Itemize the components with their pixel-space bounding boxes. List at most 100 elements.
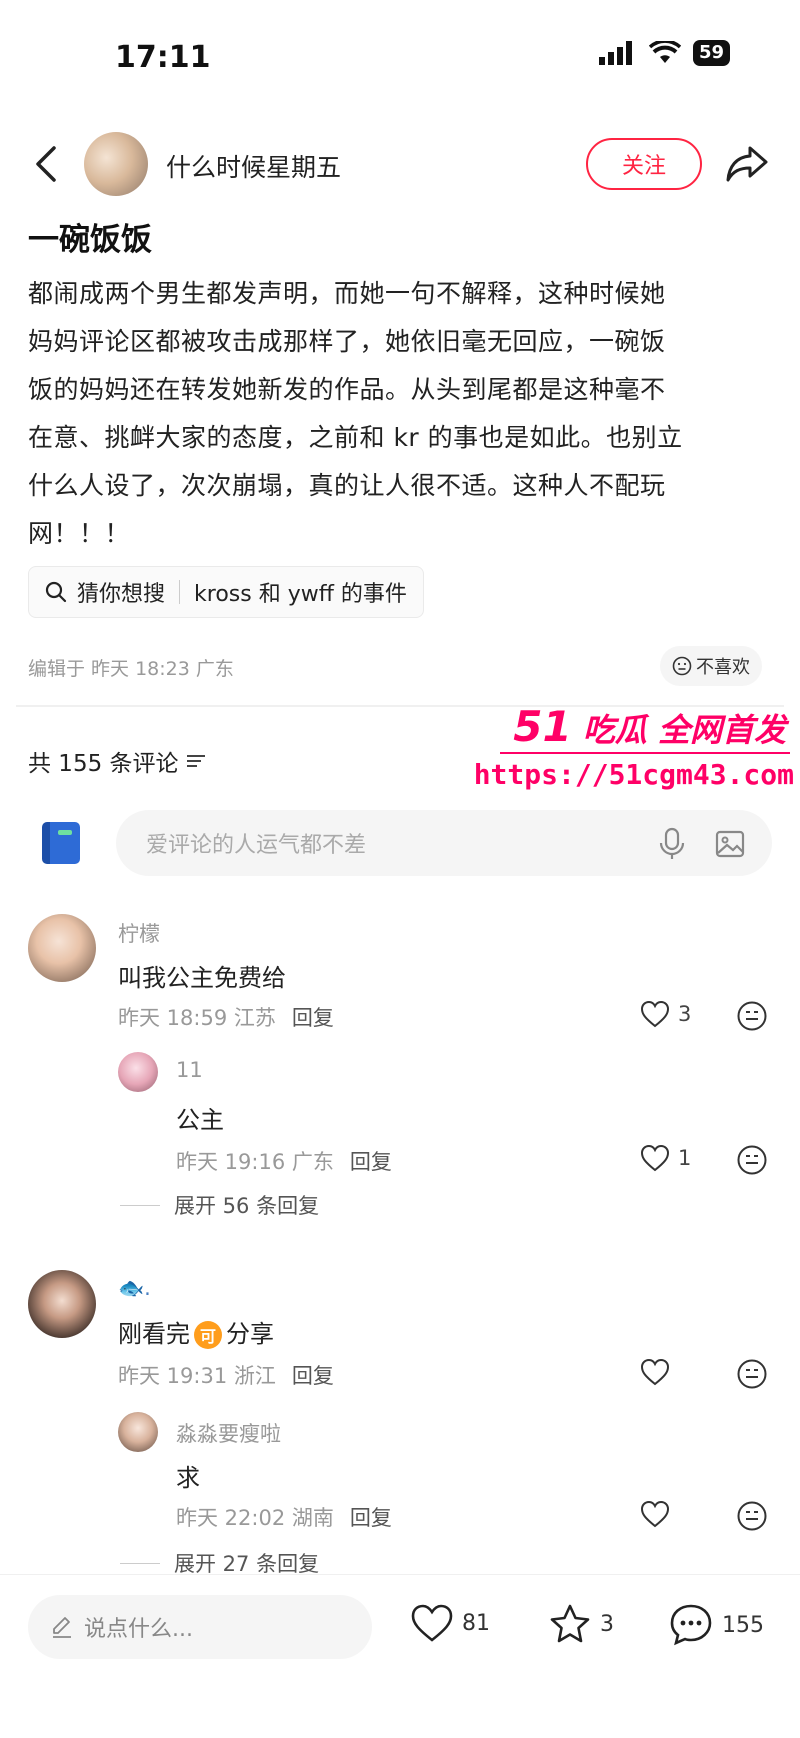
avatar[interactable] xyxy=(28,914,96,982)
status-time: 17:11 xyxy=(115,40,211,75)
like-count: 1 xyxy=(678,1146,692,1170)
comment-item: 柠檬 叫我公主免费给 昨天 18:59 江苏 回复 3 11 公主 xyxy=(0,908,800,1168)
neutral-face-icon[interactable] xyxy=(736,1500,768,1532)
signal-icon xyxy=(598,41,632,65)
ke-badge-icon: 可 xyxy=(194,1321,222,1349)
heart-icon xyxy=(640,1144,670,1172)
reply-button[interactable]: 回复 xyxy=(350,1506,392,1530)
comment-meta: 昨天 22:02 湖南 回复 xyxy=(176,1502,392,1532)
comment-like[interactable]: 1 xyxy=(640,1144,691,1172)
comment-bubble-icon xyxy=(670,1604,712,1646)
reply-button[interactable]: 回复 xyxy=(292,1006,334,1030)
expand-label: 展开 56 条回复 xyxy=(174,1194,320,1218)
image-icon[interactable] xyxy=(714,828,746,860)
star-icon xyxy=(550,1604,590,1643)
neutral-face-icon[interactable] xyxy=(736,1000,768,1032)
dash-line xyxy=(120,1562,160,1564)
star-count: 3 xyxy=(600,1611,614,1637)
comment-time: 昨天 22:02 湖南 xyxy=(176,1506,334,1530)
avatar[interactable] xyxy=(118,1412,158,1452)
post-body-line: 都闹成两个男生都发声明，而她一句不解释，这种时候她 xyxy=(28,279,666,308)
collect-button[interactable]: 3 xyxy=(548,1603,614,1645)
like-button[interactable]: 81 xyxy=(410,1603,490,1643)
comment-author[interactable]: 柠檬 xyxy=(118,918,160,948)
comment-like[interactable] xyxy=(640,1500,670,1528)
comment-text-part: 分享 xyxy=(226,1320,274,1348)
post-body-line: 在意、挑衅大家的态度，之前和 kr 的事也是如此。也别立 xyxy=(28,423,683,452)
author-name[interactable]: 什么时候星期五 xyxy=(166,148,341,184)
post-body-line: 网！！！ xyxy=(28,519,131,548)
like-count: 81 xyxy=(462,1610,490,1636)
search-chip-label: 猜你想搜 xyxy=(77,582,166,607)
neutral-face-icon xyxy=(672,656,692,676)
search-icon xyxy=(45,581,67,603)
post-body: 都闹成两个男生都发声明，而她一句不解释，这种时候她 妈妈评论区都被攻击成那样了，… xyxy=(28,270,768,558)
follow-button[interactable]: 关注 xyxy=(586,138,702,190)
back-arrow-icon[interactable] xyxy=(28,142,64,186)
bottom-comment-input[interactable]: 说点什么... xyxy=(28,1595,372,1659)
nav-bar: 什么时候星期五 关注 xyxy=(0,120,800,210)
bottom-action-bar: 说点什么... 81 3 155 xyxy=(0,1574,800,1738)
comment-meta: 昨天 19:31 浙江 回复 xyxy=(118,1360,334,1390)
watermark-brand: 51 吃瓜 全网首发 xyxy=(513,702,786,751)
comment-text[interactable]: 求 xyxy=(176,1458,200,1493)
comment-text[interactable]: 公主 xyxy=(176,1100,224,1135)
comment-like[interactable]: 3 xyxy=(640,1000,691,1028)
watermark-url: https://51cgm43.com xyxy=(473,758,794,791)
search-chip-query: kross 和 ywff 的事件 xyxy=(194,582,407,607)
comment-author[interactable]: 淼淼要瘦啦 xyxy=(176,1418,281,1448)
expand-replies[interactable]: 展开 56 条回复 xyxy=(120,1190,319,1220)
battery-icon: 59 xyxy=(692,40,730,66)
dislike-label: 不喜欢 xyxy=(696,657,750,678)
like-count: 3 xyxy=(678,1002,692,1026)
comment-text-part: 刚看完 xyxy=(118,1320,190,1348)
comment-time: 昨天 19:31 浙江 xyxy=(118,1364,276,1388)
comment-item: 🐟. 刚看完可分享 昨天 19:31 浙江 回复 淼淼要瘦啦 求 昨天 22:02… xyxy=(0,1270,800,1570)
status-icons: 59 xyxy=(598,40,730,66)
post-body-line: 妈妈评论区都被攻击成那样了，她依旧毫无回应，一碗饭 xyxy=(28,327,666,356)
comment-text[interactable]: 刚看完可分享 xyxy=(118,1314,274,1349)
related-search-chip[interactable]: 猜你想搜 kross 和 ywff 的事件 xyxy=(28,566,424,618)
comments-count-label: 共 155 条评论 xyxy=(28,751,179,777)
avatar[interactable] xyxy=(28,1270,96,1338)
comment-time: 昨天 19:16 广东 xyxy=(176,1150,334,1174)
author-avatar[interactable] xyxy=(84,132,148,196)
neutral-face-icon[interactable] xyxy=(736,1144,768,1176)
book-icon[interactable] xyxy=(42,822,80,864)
status-bar: 17:11 59 xyxy=(0,0,800,110)
sort-icon[interactable] xyxy=(185,752,207,770)
heart-icon xyxy=(411,1604,453,1642)
wifi-icon xyxy=(648,41,681,63)
post-title: 一碗饭饭 xyxy=(28,222,152,258)
post-meta: 编辑于 昨天 18:23 广东 xyxy=(28,658,234,680)
pencil-icon xyxy=(53,1617,71,1638)
watermark: 51 吃瓜 全网首发 https://51cgm43.com xyxy=(474,700,800,800)
neutral-face-icon[interactable] xyxy=(736,1358,768,1390)
share-icon[interactable] xyxy=(724,140,770,186)
comment-input-row: 爱评论的人运气都不差 xyxy=(0,806,800,880)
comment-author[interactable]: 11 xyxy=(176,1058,203,1082)
comment-author[interactable]: 🐟. xyxy=(118,1276,151,1301)
comment-meta: 昨天 19:16 广东 回复 xyxy=(176,1146,392,1176)
dislike-button[interactable]: 不喜欢 xyxy=(660,646,762,686)
comment-like[interactable] xyxy=(640,1358,670,1386)
comment-button[interactable]: 155 xyxy=(668,1603,764,1647)
chip-divider xyxy=(179,580,181,604)
watermark-line xyxy=(500,752,790,754)
heart-icon xyxy=(640,1500,670,1528)
comment-meta: 昨天 18:59 江苏 回复 xyxy=(118,1002,334,1032)
comment-text[interactable]: 叫我公主免费给 xyxy=(118,958,286,993)
microphone-icon[interactable] xyxy=(656,826,688,862)
comment-count: 155 xyxy=(722,1612,764,1638)
heart-icon xyxy=(640,1358,670,1386)
avatar[interactable] xyxy=(118,1052,158,1092)
watermark-brand-text: 吃瓜 全网首发 xyxy=(582,711,786,749)
post-body-line: 饭的妈妈还在转发她新发的作品。从头到尾都是这种毫不 xyxy=(28,375,666,404)
bottom-input-placeholder: 说点什么... xyxy=(84,1617,193,1642)
dash-line xyxy=(120,1204,160,1206)
heart-icon xyxy=(640,1000,670,1028)
reply-button[interactable]: 回复 xyxy=(292,1364,334,1388)
comment-time: 昨天 18:59 江苏 xyxy=(118,1006,276,1030)
reply-button[interactable]: 回复 xyxy=(350,1150,392,1174)
comments-count[interactable]: 共 155 条评论 xyxy=(28,744,207,778)
